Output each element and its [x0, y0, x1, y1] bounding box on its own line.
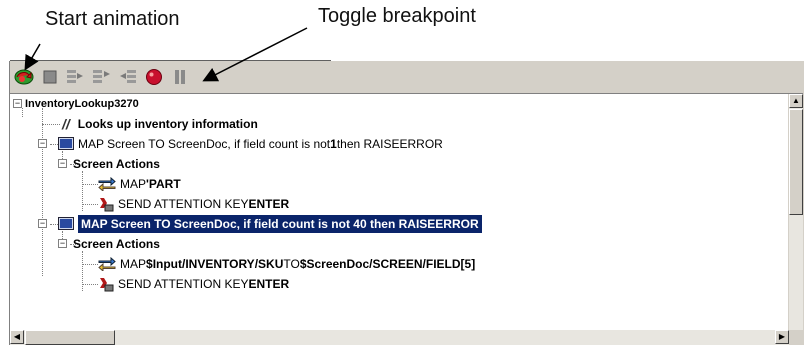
step-over-button[interactable] [91, 66, 113, 88]
step-out-button[interactable] [117, 66, 139, 88]
map-part-value: 'PART [146, 177, 181, 191]
map1-count: 1 [330, 137, 337, 151]
map1-suffix: then RAISEERROR [336, 137, 443, 151]
step-out-icon [120, 70, 136, 83]
actions2-expand-toggle[interactable]: − [58, 239, 67, 248]
process-tree: − InventoryLookup3270 // Looks up invent… [10, 94, 790, 329]
map-arrows-icon [98, 177, 116, 191]
process-tree-panel: − InventoryLookup3270 // Looks up invent… [10, 93, 803, 345]
debug-toolbar [10, 63, 793, 91]
map-sku-text: MAP [120, 257, 147, 271]
tree-map-sku-item[interactable]: MAP $Input/INVENTORY/SKU TO $ScreenDoc/S… [98, 255, 475, 273]
step-into-icon [67, 70, 83, 83]
screen-actions-label: Screen Actions [73, 157, 160, 171]
map-sku-target: $ScreenDoc/SCREEN/FIELD[5] [299, 257, 476, 271]
scroll-up-arrow-icon[interactable]: ▲ [789, 94, 803, 108]
map-part-text: MAP [120, 177, 147, 191]
map2-label: MAP Screen TO ScreenDoc, if field count … [78, 215, 482, 233]
horizontal-scrollbar[interactable]: ◀ ▶ [10, 330, 789, 345]
comment-icon: // [62, 116, 70, 132]
start-animation-button[interactable] [13, 66, 35, 88]
tree-map-screen-item[interactable]: MAP Screen TO ScreenDoc, if field count … [58, 135, 443, 153]
map-sku-source: $Input/INVENTORY/SKU [146, 257, 284, 271]
process-debugger-window: − InventoryLookup3270 // Looks up invent… [9, 61, 804, 345]
tree-map-screen-selected-item[interactable]: MAP Screen TO ScreenDoc, if field count … [58, 215, 482, 233]
toggle-breakpoint-button[interactable] [143, 66, 165, 88]
breakpoint-icon [146, 69, 162, 85]
stop-button[interactable] [39, 66, 61, 88]
scroll-left-arrow-icon[interactable]: ◀ [10, 330, 24, 344]
tree-comment-item[interactable]: // Looks up inventory information [62, 115, 258, 133]
send1-key: ENTER [248, 197, 290, 211]
root-expand-toggle[interactable]: − [13, 99, 22, 108]
tree-send-attention-item[interactable]: SEND ATTENTION KEY ENTER [98, 195, 289, 213]
pause-icon [175, 70, 185, 84]
map-arrows-icon [98, 257, 116, 271]
pause-button[interactable] [169, 66, 191, 88]
vertical-scrollbar[interactable]: ▲ [788, 94, 803, 331]
send2-key: ENTER [248, 277, 290, 291]
stop-icon [43, 70, 57, 84]
send2-text: SEND ATTENTION KEY [118, 277, 249, 291]
map1-expand-toggle[interactable]: − [38, 139, 47, 148]
scroll-right-arrow-icon[interactable]: ▶ [775, 330, 789, 344]
send1-text: SEND ATTENTION KEY [118, 197, 249, 211]
map2-expand-toggle[interactable]: − [38, 219, 47, 228]
map1-text: MAP Screen TO ScreenDoc, if field count … [78, 137, 331, 151]
tree-send-attention-item[interactable]: SEND ATTENTION KEY ENTER [98, 275, 289, 293]
scrollbar-corner [789, 330, 803, 345]
actions1-expand-toggle[interactable]: − [58, 159, 67, 168]
tree-screen-actions-item[interactable]: Screen Actions [73, 235, 160, 253]
start-animation-icon [14, 69, 34, 85]
toggle-breakpoint-callout: Toggle breakpoint [318, 5, 476, 27]
vertical-scroll-thumb[interactable] [789, 109, 803, 215]
root-label: InventoryLookup3270 [25, 98, 139, 110]
screen-actions-label: Screen Actions [73, 237, 160, 251]
tree-screen-actions-item[interactable]: Screen Actions [73, 155, 160, 173]
tree-root-item[interactable]: InventoryLookup3270 [25, 95, 139, 113]
screen-icon [58, 217, 74, 230]
tree-map-part-item[interactable]: MAP 'PART [98, 175, 181, 193]
map-sku-to: TO [283, 257, 300, 271]
horizontal-scroll-thumb[interactable] [25, 330, 115, 345]
start-animation-callout: Start animation [45, 8, 180, 30]
screen-icon [58, 137, 74, 150]
send-key-icon [100, 278, 114, 292]
step-into-button[interactable] [65, 66, 87, 88]
send-key-icon [100, 198, 114, 212]
comment-label: Looks up inventory information [77, 117, 258, 131]
step-over-icon [93, 70, 110, 83]
